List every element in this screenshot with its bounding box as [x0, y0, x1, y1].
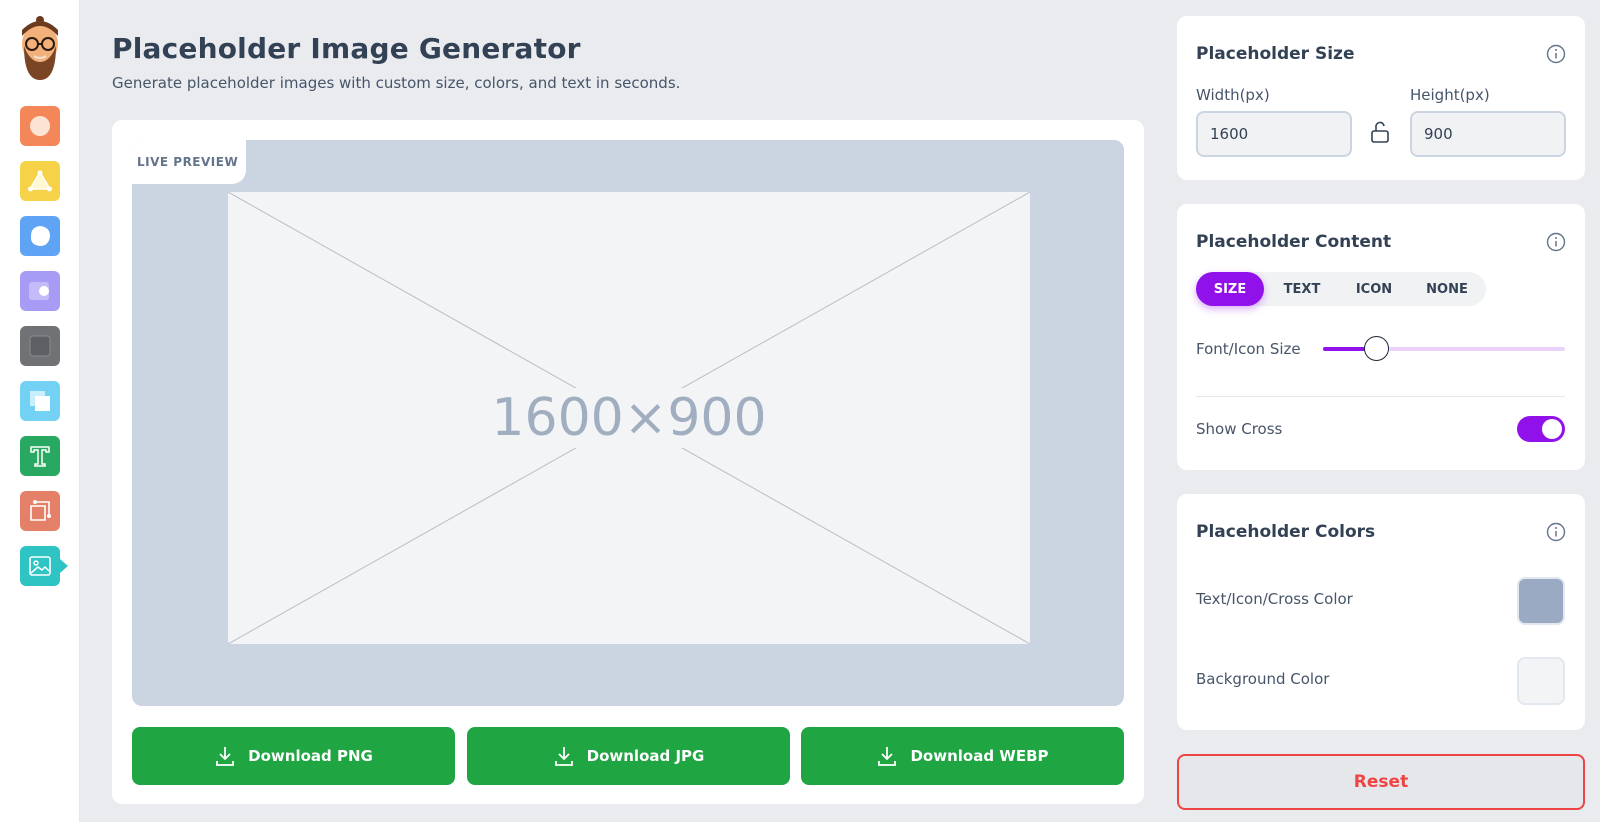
- height-label: Height(px): [1410, 86, 1490, 104]
- download-webp-label: Download WEBP: [910, 747, 1049, 765]
- tool-gradient[interactable]: [20, 106, 60, 146]
- page-title: Placeholder Image Generator: [112, 32, 581, 65]
- placeholder-size-panel: Placeholder Size Width(px) Height(px): [1177, 16, 1585, 180]
- download-jpg-button[interactable]: Download JPG: [467, 727, 790, 785]
- panel-title: Placeholder Size: [1196, 44, 1355, 64]
- gradient-icon: [30, 116, 50, 136]
- placeholder-size-text: 1600×900: [485, 388, 773, 448]
- image-icon: [29, 556, 51, 576]
- clip-path-icon: [30, 500, 51, 521]
- tool-typography[interactable]: [20, 436, 60, 476]
- toggle-knob: [1542, 419, 1562, 439]
- text-color-swatch[interactable]: [1517, 577, 1565, 625]
- placeholder-image: 1600×900: [228, 192, 1030, 644]
- sidebar: [0, 0, 80, 822]
- background-color-swatch[interactable]: [1517, 657, 1565, 705]
- info-icon[interactable]: [1546, 232, 1566, 252]
- show-cross-toggle[interactable]: [1517, 416, 1565, 442]
- tab-none[interactable]: NONE: [1412, 272, 1482, 306]
- height-input[interactable]: [1410, 111, 1566, 157]
- info-icon[interactable]: [1546, 44, 1566, 64]
- shapes-icon: [28, 170, 52, 192]
- download-icon: [216, 747, 235, 766]
- reset-button[interactable]: Reset: [1177, 754, 1585, 810]
- tab-size[interactable]: SIZE: [1196, 272, 1264, 306]
- download-icon: [554, 747, 573, 766]
- download-webp-button[interactable]: Download WEBP: [801, 727, 1124, 785]
- typography-icon: [30, 446, 50, 467]
- panel-title: Placeholder Content: [1196, 232, 1392, 252]
- tool-clip-path[interactable]: [20, 491, 60, 531]
- download-png-button[interactable]: Download PNG: [132, 727, 455, 785]
- preview-stage: LIVE PREVIEW 1600×900: [132, 140, 1124, 706]
- page-subtitle: Generate placeholder images with custom …: [112, 74, 681, 92]
- preview-card: LIVE PREVIEW 1600×900 Download PNG Downl…: [112, 120, 1144, 804]
- tool-toggle-shape[interactable]: [20, 271, 60, 311]
- download-icon: [878, 747, 897, 766]
- tab-icon[interactable]: ICON: [1340, 272, 1408, 306]
- download-jpg-label: Download JPG: [586, 747, 705, 765]
- font-size-slider[interactable]: [1323, 336, 1565, 361]
- font-size-label: Font/Icon Size: [1196, 340, 1301, 358]
- tool-square-shadow[interactable]: [20, 326, 60, 366]
- live-preview-tab: LIVE PREVIEW: [132, 140, 246, 184]
- blob-icon: [30, 226, 50, 246]
- text-color-label: Text/Icon/Cross Color: [1196, 590, 1353, 608]
- width-input[interactable]: [1196, 111, 1352, 157]
- content-type-segmented-control: SIZE TEXT ICON NONE: [1196, 272, 1486, 306]
- show-cross-label: Show Cross: [1196, 420, 1283, 438]
- info-icon[interactable]: [1546, 522, 1566, 542]
- layers-icon: [30, 391, 50, 411]
- placeholder-content-panel: Placeholder Content SIZE TEXT ICON NONE …: [1177, 204, 1585, 470]
- square-shadow-icon: [29, 335, 51, 357]
- width-label: Width(px): [1196, 86, 1270, 104]
- tool-layers[interactable]: [20, 381, 60, 421]
- slider-thumb[interactable]: [1364, 336, 1390, 361]
- avatar[interactable]: [16, 14, 64, 84]
- bearded-man-avatar-icon: [22, 16, 58, 80]
- tool-blob[interactable]: [20, 216, 60, 256]
- tool-image-placeholder[interactable]: [20, 546, 68, 586]
- toggle-shape-icon: [29, 282, 49, 300]
- divider: [1196, 396, 1565, 397]
- panel-title: Placeholder Colors: [1196, 522, 1376, 542]
- background-color-label: Background Color: [1196, 670, 1330, 688]
- download-png-label: Download PNG: [248, 747, 373, 765]
- tab-text[interactable]: TEXT: [1268, 272, 1336, 306]
- placeholder-colors-panel: Placeholder Colors Text/Icon/Cross Color…: [1177, 494, 1585, 730]
- unlock-icon[interactable]: [1369, 120, 1391, 144]
- tool-shapes[interactable]: [20, 161, 60, 201]
